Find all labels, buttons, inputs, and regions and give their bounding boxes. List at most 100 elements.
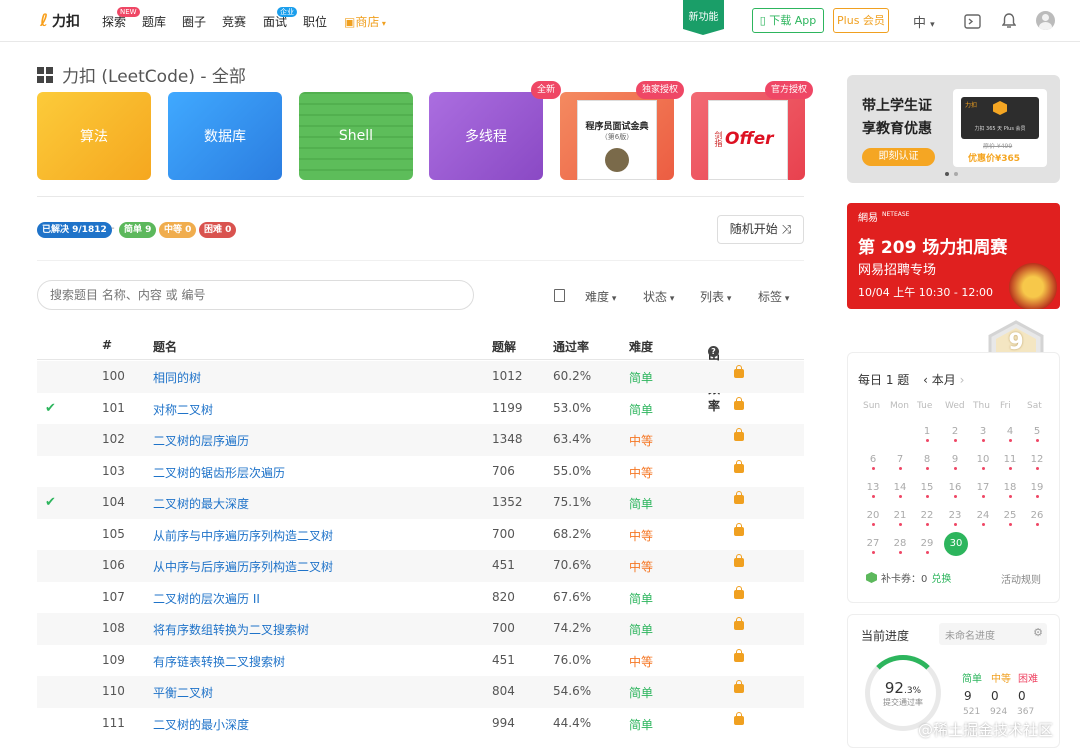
card-concurrency[interactable]: 多线程 — [429, 92, 543, 180]
calendar-day[interactable]: 29 — [914, 538, 940, 554]
calendar-day[interactable]: 22 — [914, 510, 940, 526]
table-row[interactable]: 111 二叉树的最小深度 994 44.4% 简单 — [37, 708, 804, 740]
problem-title[interactable]: 二叉树的层次遍历 II — [153, 590, 260, 607]
calendar-day[interactable]: 17 — [970, 482, 996, 498]
lock-icon[interactable] — [734, 522, 744, 536]
help-icon[interactable]: ? — [708, 346, 719, 357]
calendar-day[interactable]: 9 — [942, 454, 968, 470]
problem-title[interactable]: 二叉树的最大深度 — [153, 495, 249, 512]
table-row[interactable]: 102 二叉树的层序遍历 1348 63.4% 中等 — [37, 424, 804, 456]
problem-title[interactable]: 相同的树 — [153, 369, 201, 386]
calendar-day[interactable]: 7 — [887, 454, 913, 470]
lock-icon[interactable] — [734, 680, 744, 693]
calendar-day[interactable]: 3 — [970, 426, 996, 442]
col-rate[interactable]: 通过率 — [553, 338, 589, 355]
filter-tags[interactable]: 标签 ▾ — [758, 288, 789, 305]
calendar-day[interactable]: 27 — [860, 538, 886, 554]
nav-problems[interactable]: 题库 — [142, 13, 166, 30]
lock-icon[interactable] — [734, 585, 744, 599]
nav-circle[interactable]: 圈子 — [182, 13, 206, 30]
problem-title[interactable]: 将有序数组转换为二叉搜索树 — [153, 621, 309, 638]
table-row[interactable]: ✔ 101 对称二叉树 1199 53.0% 简单 — [37, 393, 804, 425]
problem-title[interactable]: 对称二叉树 — [153, 401, 213, 418]
col-solutions[interactable]: 题解 — [492, 338, 516, 355]
plus-member-button[interactable]: Plus 会员 — [833, 8, 889, 33]
download-app-button[interactable]: ▯ 下载 App — [752, 8, 824, 33]
col-title[interactable]: 题名 — [153, 338, 177, 355]
calendar-day[interactable]: 13 — [860, 482, 886, 498]
lock-icon[interactable] — [734, 554, 744, 567]
lock-icon[interactable] — [734, 711, 744, 725]
calendar-day[interactable]: 1 — [914, 426, 940, 442]
table-row[interactable]: ✔ 104 二叉树的最大深度 1352 75.1% 简单 — [37, 487, 804, 519]
lock-icon[interactable] — [734, 491, 744, 504]
table-row[interactable]: 110 平衡二叉树 804 54.6% 简单 — [37, 676, 804, 708]
calendar-day[interactable]: 24 — [970, 510, 996, 526]
lock-icon[interactable] — [734, 648, 744, 662]
chevron-right-icon[interactable]: › — [960, 373, 965, 387]
lock-icon[interactable] — [734, 365, 744, 378]
problem-title[interactable]: 从前序与中序遍历序列构造二叉树 — [153, 527, 333, 544]
avatar[interactable] — [1036, 11, 1055, 30]
card-database[interactable]: 数据库 — [168, 92, 282, 180]
col-difficulty[interactable]: 难度 — [629, 338, 653, 355]
rules-link[interactable]: 活动规则 — [1001, 571, 1041, 586]
progress-name-select[interactable]: 未命名进度 ⚙ — [939, 623, 1047, 645]
calendar-day[interactable]: 19 — [1024, 482, 1050, 498]
carousel-dot-active[interactable] — [945, 172, 949, 176]
table-row[interactable]: 103 二叉树的锯齿形层次遍历 706 55.0% 中等 — [37, 456, 804, 488]
problem-title[interactable]: 二叉树的最小深度 — [153, 716, 249, 733]
lock-icon[interactable] — [734, 617, 744, 630]
lock-icon[interactable] — [734, 459, 744, 473]
calendar-day[interactable]: 18 — [997, 482, 1023, 498]
col-id[interactable]: # — [102, 338, 112, 352]
lock-icon[interactable] — [734, 428, 744, 441]
problem-title[interactable]: 二叉树的锯齿形层次遍历 — [153, 464, 285, 481]
month-label[interactable]: 本月 — [932, 373, 956, 387]
filter-list[interactable]: 列表 ▾ — [700, 288, 731, 305]
calendar-day[interactable]: 14 — [887, 482, 913, 498]
table-row[interactable]: 109 有序链表转换二叉搜索树 451 76.0% 中等 — [37, 645, 804, 677]
calendar-day[interactable]: 16 — [942, 482, 968, 498]
redeem-link[interactable]: 兑换 — [931, 570, 951, 585]
table-row[interactable]: 100 相同的树 1012 60.2% 简单 — [37, 361, 804, 393]
new-feature-ribbon[interactable]: 新功能 — [683, 0, 724, 35]
verify-button[interactable]: 即刻认证 — [862, 148, 935, 166]
nav-store[interactable]: ▣商店 ▾ — [344, 13, 386, 30]
calendar-day[interactable]: 26 — [1024, 510, 1050, 526]
carousel-dot[interactable] — [954, 172, 958, 176]
table-row[interactable]: 106 从中序与后序遍历序列构造二叉树 451 70.6% 中等 — [37, 550, 804, 582]
bell-icon[interactable] — [999, 11, 1019, 31]
language-select[interactable]: 中 ▾ — [913, 12, 935, 31]
chevron-left-icon[interactable]: ‹ — [923, 373, 928, 387]
table-row[interactable]: 105 从前序与中序遍历序列构造二叉树 700 68.2% 中等 — [37, 519, 804, 551]
problem-title[interactable]: 有序链表转换二叉搜索树 — [153, 653, 285, 670]
weekly-contest-banner[interactable]: 網易 NETEASE 第 209 场力扣周赛 网易招聘专场 10/04 上午 1… — [847, 203, 1060, 309]
card-interview-book[interactable]: 程序员面试金典 （第6版） — [560, 92, 674, 180]
search-input[interactable] — [37, 280, 474, 310]
calendar-day[interactable]: 12 — [1024, 454, 1050, 470]
calendar-today[interactable]: 30 — [944, 532, 968, 556]
calendar-day[interactable]: 28 — [887, 538, 913, 554]
problem-title[interactable]: 平衡二叉树 — [153, 684, 213, 701]
calendar-day[interactable]: 5 — [1024, 426, 1050, 442]
calendar-day[interactable]: 11 — [997, 454, 1023, 470]
table-row[interactable]: 107 二叉树的层次遍历 II 820 67.6% 简单 — [37, 582, 804, 614]
nav-jobs[interactable]: 职位 — [303, 13, 327, 30]
calendar-day[interactable]: 4 — [997, 426, 1023, 442]
calendar-day[interactable]: 20 — [860, 510, 886, 526]
calendar-day[interactable]: 23 — [942, 510, 968, 526]
problem-title[interactable]: 二叉树的层序遍历 — [153, 432, 249, 449]
calendar-day[interactable]: 15 — [914, 482, 940, 498]
leetcode-logo[interactable]: ℓ 力扣 — [40, 11, 80, 31]
calendar-day[interactable]: 8 — [914, 454, 940, 470]
lock-icon[interactable] — [734, 396, 744, 410]
card-offer-book[interactable]: 剑指 Offer — [691, 92, 805, 180]
card-shell[interactable]: Shell — [299, 92, 413, 180]
random-start-button[interactable]: 随机开始 ⤨ — [717, 215, 804, 244]
filter-status[interactable]: 状态 ▾ — [643, 288, 674, 305]
student-promo-banner[interactable]: 带上学生证 享教育优惠 即刻认证 力扣 力扣 365 天 Plus 会员 原价 … — [847, 75, 1060, 183]
code-icon[interactable] — [962, 11, 982, 31]
settings-icon[interactable]: ⚙ — [1033, 626, 1043, 639]
calendar-day[interactable]: 25 — [997, 510, 1023, 526]
